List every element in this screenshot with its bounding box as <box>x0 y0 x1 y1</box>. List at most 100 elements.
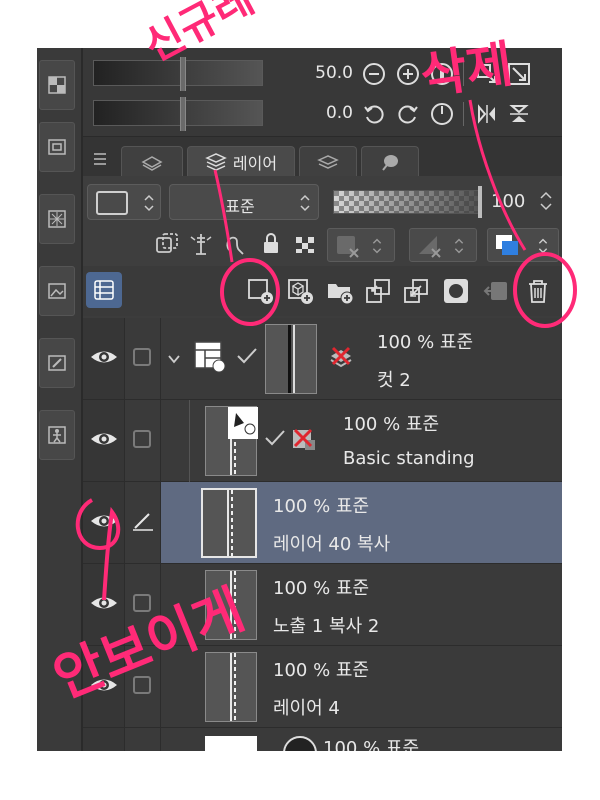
actual-size-icon[interactable] <box>430 62 454 86</box>
updown-arrow-icon <box>144 194 154 212</box>
blend-mode-select[interactable]: 표준 <box>169 184 319 220</box>
clip-layer-icon[interactable] <box>153 230 181 258</box>
draft-layer-icon[interactable] <box>221 230 249 258</box>
eye-icon[interactable] <box>89 510 119 532</box>
mask-disabled-icon <box>330 346 352 368</box>
new-raster-layer-icon[interactable] <box>245 276 275 306</box>
blend-mode-value: 표준 <box>225 197 255 216</box>
pen-icon[interactable] <box>131 508 155 532</box>
layer-thumbnail <box>205 652 257 722</box>
layer-thumbnail <box>201 488 257 558</box>
frame-folder-icon <box>194 341 226 373</box>
layer-opacity-mode: 100 % 표준 <box>273 660 370 681</box>
layer-row[interactable]: 100 % 표준 컷 2 <box>83 318 562 400</box>
rotate-value[interactable]: 0.0 <box>293 103 353 123</box>
combine-to-lower-layer-icon[interactable] <box>401 276 431 306</box>
lock-transparency-icon[interactable] <box>291 230 319 258</box>
edit-tool-button[interactable] <box>39 338 75 388</box>
eye-icon[interactable] <box>89 674 119 696</box>
opacity-stepper-icon[interactable] <box>539 188 553 214</box>
new-vector-layer-icon[interactable] <box>285 276 315 306</box>
effect-tool-button[interactable] <box>39 194 75 244</box>
edit-icon <box>48 355 66 371</box>
lock-layer-icon[interactable] <box>257 230 285 258</box>
mask-enable-select[interactable] <box>327 228 395 262</box>
eye-icon[interactable] <box>89 346 119 368</box>
layer-command-row <box>83 266 562 316</box>
updown-arrow-icon <box>538 238 548 254</box>
ruler-disabled-icon <box>419 236 441 258</box>
tab-color-palette[interactable] <box>361 146 419 176</box>
ruler-enable-select[interactable] <box>409 228 477 262</box>
layer-name[interactable]: 컷 2 <box>377 366 411 392</box>
transfer-to-lower-layer-icon[interactable] <box>363 276 393 306</box>
zoom-slider[interactable] <box>93 57 263 91</box>
opacity-slider-knob[interactable] <box>478 186 482 218</box>
layer-checkbox[interactable] <box>133 430 151 448</box>
layer-name[interactable]: 노출 1 복사 2 <box>273 612 379 638</box>
apply-mask-icon[interactable] <box>481 276 511 306</box>
left-tool-strip <box>37 48 82 751</box>
layer-list-toggle-button[interactable] <box>86 272 122 308</box>
layer-checkbox[interactable] <box>133 594 151 612</box>
create-layer-mask-icon[interactable] <box>441 276 471 306</box>
layer-row[interactable]: 100 % 표준 Basic standing <box>83 400 562 482</box>
layer-opacity-mode: 100 % 표준 <box>273 496 370 517</box>
pattern-tool-button[interactable] <box>39 60 75 110</box>
eye-icon[interactable] <box>89 592 119 614</box>
new-folder-icon[interactable] <box>325 276 355 306</box>
layer-checkbox[interactable] <box>133 676 151 694</box>
layer-name[interactable]: Basic standing <box>343 448 475 469</box>
navigator-panel: 50.0 0.0 <box>83 48 562 136</box>
figure-tool-button[interactable] <box>39 410 75 460</box>
3d-model-icon <box>234 413 256 435</box>
zoom-slider-knob[interactable] <box>180 57 186 91</box>
flip-vertical-icon[interactable] <box>507 102 531 126</box>
eye-icon[interactable] <box>89 428 119 450</box>
rotate-slider[interactable] <box>93 97 263 131</box>
layer-name[interactable]: 레이어 4 <box>273 694 340 720</box>
zoom-in-icon[interactable] <box>396 62 420 86</box>
flip-horizontal-icon[interactable] <box>475 102 499 126</box>
opacity-value[interactable]: 100 <box>491 191 525 212</box>
layer-opacity-mode: 100 % 표준 <box>343 414 440 435</box>
brush-icon <box>382 154 398 171</box>
reset-rotation-icon[interactable] <box>430 102 454 126</box>
image-icon <box>48 283 66 299</box>
expression-color-select[interactable] <box>87 184 161 220</box>
updown-arrow-icon <box>372 238 382 254</box>
layer-opacity-mode: 100 % 표준 <box>377 332 474 353</box>
layer-row-selected[interactable]: 100 % 표준 레이어 40 복사 <box>83 482 562 564</box>
layer-checkbox[interactable] <box>133 348 151 366</box>
opacity-slider[interactable] <box>333 190 481 214</box>
figure-icon <box>48 426 66 444</box>
rotate-left-icon[interactable] <box>362 102 386 126</box>
layer-row[interactable]: 100 % 표준 <box>83 728 562 751</box>
layer-row[interactable]: 100 % 표준 노출 1 복사 2 <box>83 564 562 646</box>
rotate-slider-knob[interactable] <box>180 97 186 131</box>
frame-tool-button[interactable] <box>39 122 75 172</box>
fit-page-icon[interactable] <box>475 62 499 86</box>
zoom-out-icon[interactable] <box>362 62 386 86</box>
layer-name[interactable]: 레이어 40 복사 <box>273 530 390 556</box>
blend-row: 표준 100 <box>83 176 562 224</box>
layer-list: 100 % 표준 컷 2 100 % 표준 Basic standing 100… <box>83 318 562 751</box>
tab-layer-search[interactable] <box>299 146 357 176</box>
rotate-right-icon[interactable] <box>396 102 420 126</box>
layer-thumbnail <box>205 736 257 751</box>
fit-window-icon[interactable] <box>507 62 531 86</box>
tab-layer[interactable]: 레이어 <box>187 146 295 176</box>
trash-icon[interactable] <box>523 276 553 306</box>
image-tool-button[interactable] <box>39 266 75 316</box>
layer-type-icon <box>283 736 317 751</box>
nav-separator <box>463 62 464 86</box>
zoom-value[interactable]: 50.0 <box>293 63 353 83</box>
layer-row[interactable]: 100 % 표준 레이어 4 <box>83 646 562 728</box>
reference-layer-icon[interactable] <box>187 230 215 258</box>
updown-arrow-icon <box>300 194 310 212</box>
chevron-down-icon[interactable] <box>167 352 181 366</box>
panel-menu-icon[interactable] <box>91 148 111 170</box>
tab-layer-property[interactable] <box>121 146 183 176</box>
layers-icon <box>205 152 227 171</box>
layer-color-select[interactable] <box>487 228 559 262</box>
